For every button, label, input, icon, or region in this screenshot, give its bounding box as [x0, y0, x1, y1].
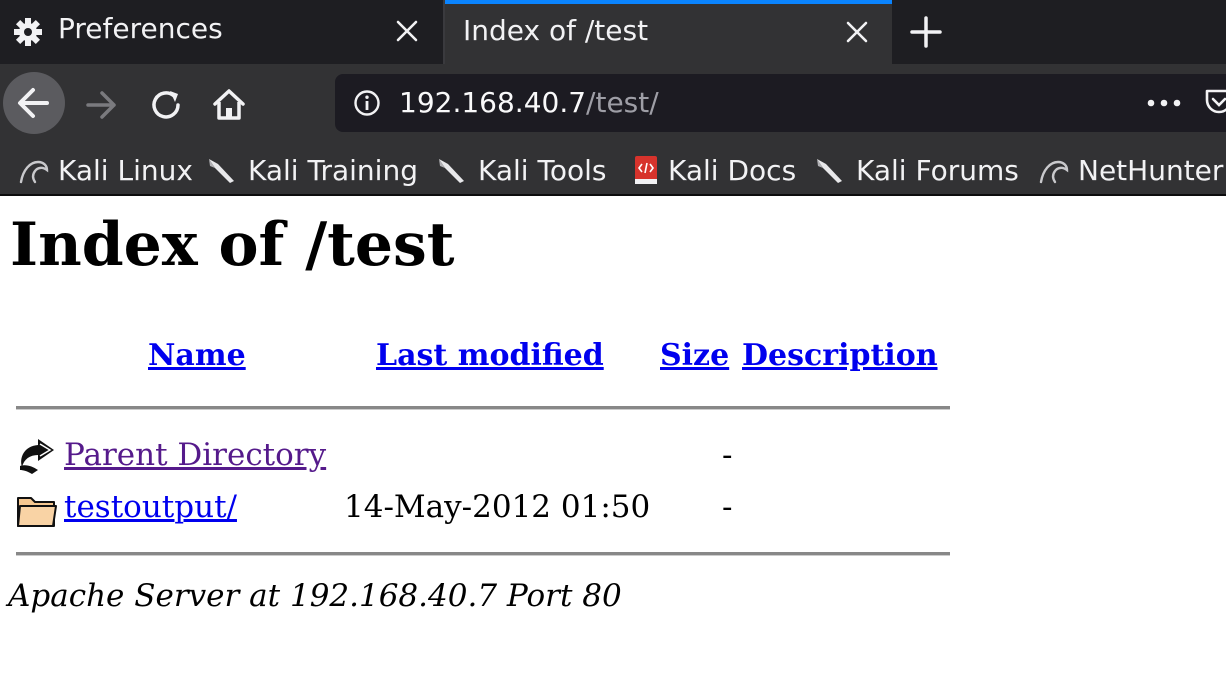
kali-knife-icon: [209, 159, 234, 183]
bookmarks-toolbar: Kali Linux Kali Training Kali Tools Kali…: [0, 146, 1226, 196]
back-arrow-icon: [18, 88, 49, 118]
kali-knife-icon: [817, 159, 842, 183]
bookmark-kali-forums[interactable]: Kali Forums: [814, 150, 1019, 190]
back-arrow-icon: [20, 439, 54, 474]
url-host: 192.168.40.7: [399, 86, 587, 119]
page-title: Index of /test: [10, 210, 455, 280]
tab-index-of-test[interactable]: Index of /test: [445, 0, 892, 64]
reload-icon[interactable]: [147, 86, 185, 124]
folder-icon: [17, 497, 57, 527]
divider: [16, 552, 950, 556]
bookmark-kali-training[interactable]: Kali Training: [206, 150, 418, 190]
pocket-icon[interactable]: [1203, 88, 1226, 118]
close-icon[interactable]: [844, 19, 870, 45]
back-button[interactable]: [3, 72, 65, 134]
new-tab-plus-icon[interactable]: [906, 12, 946, 52]
bookmark-label: Kali Tools: [478, 153, 607, 187]
forward-arrow-icon[interactable]: [82, 86, 120, 124]
tab-label: Index of /test: [463, 14, 649, 47]
link-testoutput[interactable]: testoutput/: [64, 489, 237, 525]
bookmark-nethunter[interactable]: NetHunter: [1038, 150, 1223, 190]
home-icon[interactable]: [210, 85, 248, 123]
close-icon[interactable]: [394, 18, 420, 44]
kali-docs-icon: [635, 156, 657, 184]
bookmark-kali-linux[interactable]: Kali Linux: [18, 150, 193, 190]
server-signature: Apache Server at 192.168.40.7 Port 80: [8, 578, 622, 614]
row-modified: 14-May-2012 01:50: [344, 489, 651, 525]
tab-strip: Preferences Index of /test: [0, 0, 1226, 64]
bookmark-label: Kali Training: [248, 153, 418, 187]
navigation-toolbar: 192.168.40.7/test/: [0, 64, 1226, 146]
kali-knife-icon: [439, 159, 464, 183]
site-info-icon[interactable]: [353, 89, 381, 117]
column-header-description[interactable]: Description: [742, 338, 938, 373]
column-header-last-modified[interactable]: Last modified: [376, 338, 604, 373]
column-header-size[interactable]: Size: [660, 338, 729, 373]
column-header-name[interactable]: Name: [148, 338, 246, 373]
address-bar[interactable]: 192.168.40.7/test/: [335, 74, 1226, 132]
page-content: Index of /test Name Last modified Size D…: [0, 196, 1226, 698]
tab-label: Preferences: [58, 12, 223, 45]
bookmark-label: Kali Forums: [856, 153, 1019, 187]
url-path: /test/: [586, 86, 659, 119]
bookmark-label: Kali Linux: [58, 153, 193, 187]
page-actions-icon[interactable]: [1146, 97, 1182, 109]
tab-preferences[interactable]: Preferences: [0, 0, 443, 64]
kali-dragon-icon: [1039, 160, 1069, 184]
row-size: -: [722, 437, 733, 473]
gear-icon: [14, 18, 42, 46]
row-size: -: [722, 489, 733, 525]
bookmark-label: NetHunter: [1078, 153, 1224, 187]
bookmark-kali-docs[interactable]: Kali Docs: [632, 150, 796, 190]
url-text[interactable]: 192.168.40.7/test/: [399, 86, 659, 119]
bookmark-label: Kali Docs: [668, 153, 797, 187]
divider: [16, 406, 950, 410]
link-parent-directory[interactable]: Parent Directory: [64, 437, 326, 473]
kali-dragon-icon: [19, 160, 49, 184]
bookmark-kali-tools[interactable]: Kali Tools: [436, 150, 606, 190]
